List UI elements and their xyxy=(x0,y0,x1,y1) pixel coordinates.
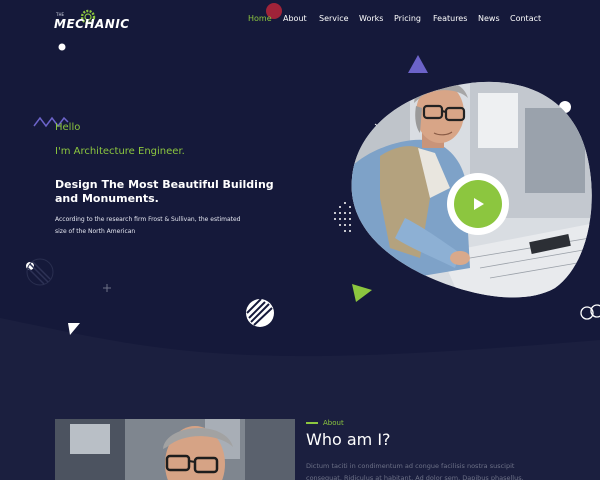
striped-circle-decoration xyxy=(26,258,54,286)
nav-item-home[interactable]: Home xyxy=(248,14,272,23)
nav-item-pricing[interactable]: Pricing xyxy=(394,14,421,23)
triangle-decoration xyxy=(408,55,428,73)
hero-greeting: Hello xyxy=(55,122,81,133)
striped-ball-decoration xyxy=(246,298,274,327)
nav-item-contact[interactable]: Contact xyxy=(510,14,541,23)
nav-item-about[interactable]: About xyxy=(283,14,307,23)
hero-headline: Design The Most Beautiful Building and M… xyxy=(55,178,274,205)
about-text: Dictum taciti in condimentum ad congue f… xyxy=(306,462,524,480)
hero-role: I'm Architecture Engineer. xyxy=(55,146,185,157)
dot-grid-decoration xyxy=(334,202,351,232)
about-photo-image xyxy=(55,419,295,480)
about-photo xyxy=(55,419,295,480)
hero-description: According to the research firm Frost & S… xyxy=(55,216,241,235)
play-video-button[interactable] xyxy=(447,173,509,235)
nav-item-features[interactable]: Features xyxy=(433,14,467,23)
about-title: Who am I? xyxy=(306,430,391,449)
plus-decoration xyxy=(103,284,111,292)
brand-logo[interactable]: THE MECHANIC xyxy=(54,6,129,38)
nav-item-news[interactable]: News xyxy=(478,14,500,23)
nav-item-service[interactable]: Service xyxy=(319,14,349,23)
about-tag-text: About xyxy=(323,419,344,427)
nav-item-works[interactable]: Works xyxy=(359,14,383,23)
about-tag-line xyxy=(306,422,318,424)
triangle-white-decoration xyxy=(68,323,80,335)
about-tag: About xyxy=(306,419,344,427)
play-button-inner xyxy=(454,180,502,228)
brand-name: MECHANIC xyxy=(54,17,130,31)
dot-decoration xyxy=(58,43,66,51)
hero-section: THE MECHANIC Home About Service Works Pr… xyxy=(0,0,600,480)
play-icon xyxy=(474,198,484,210)
